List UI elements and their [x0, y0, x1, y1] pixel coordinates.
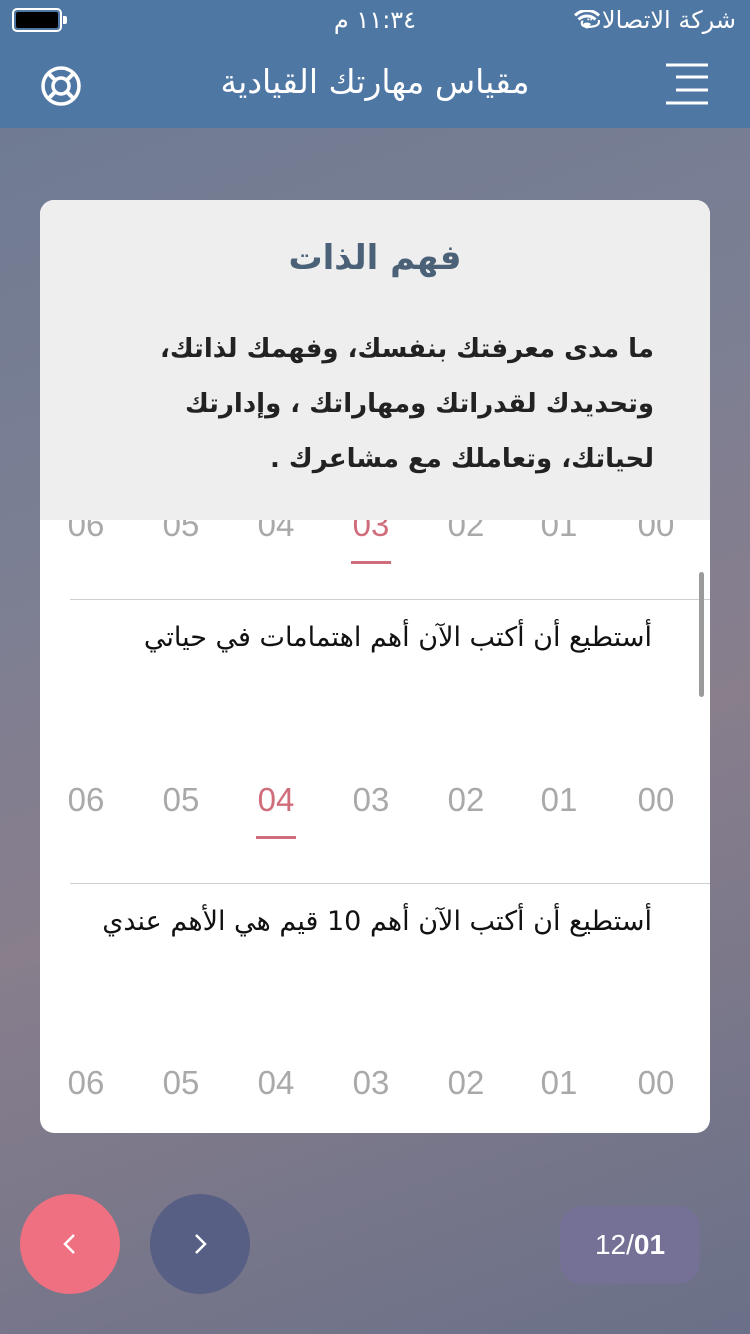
rating-option[interactable]: 01 [519, 765, 599, 835]
chevron-left-icon [63, 1234, 75, 1254]
next-button[interactable] [150, 1194, 250, 1294]
rating-option[interactable]: 02 [426, 765, 506, 835]
nav-bar: مقياس مهارتك القيادية [0, 42, 750, 128]
rating-option[interactable]: 00 [616, 1048, 696, 1118]
question-counter: 12/01 [560, 1206, 700, 1284]
rating-option[interactable]: 06 [46, 765, 126, 835]
rating-option[interactable]: 00 [616, 765, 696, 835]
rating-option[interactable]: 06 [46, 1048, 126, 1118]
previous-button[interactable] [20, 1194, 120, 1294]
counter-total: 12/ [594, 1229, 634, 1260]
status-bar: ١١:٣٤ م شركة الاتصالات [0, 0, 750, 42]
rating-row: 06 05 04 03 02 01 00 [40, 1048, 710, 1133]
carrier-name: شركة الاتصالات [579, 6, 736, 34]
question-card: فهم الذات ما مدى معرفتك بنفسك، وفهمك لذا… [40, 200, 710, 1133]
rating-option-selected[interactable]: 04 [236, 765, 316, 839]
rating-option[interactable]: 04 [236, 1048, 316, 1118]
divider [70, 883, 710, 884]
rating-option[interactable]: 05 [141, 1048, 221, 1118]
divider [70, 599, 710, 600]
rating-option[interactable]: 03 [331, 1048, 411, 1118]
rating-option[interactable]: 05 [141, 765, 221, 835]
rating-option[interactable]: 01 [519, 1048, 599, 1118]
question-text: أستطيع أن أكتب الآن أهم اهتمامات في حيات… [143, 622, 652, 653]
rating-option[interactable]: 02 [426, 1048, 506, 1118]
scrollbar[interactable] [699, 572, 704, 697]
rating-option[interactable]: 03 [331, 765, 411, 835]
question-text: أستطيع أن أكتب الآن أهم 10 قيم هي الأهم … [102, 906, 652, 937]
section-description: ما مدى معرفتك بنفسك، وفهمك لذاتك، وتحديد… [159, 334, 654, 474]
menu-icon[interactable] [666, 62, 708, 108]
rating-row: 06 05 04 03 02 01 00 [40, 765, 710, 855]
page-title: مقياس مهارتك القيادية [220, 62, 530, 101]
counter-current: 01 [633, 1229, 666, 1260]
card-header: فهم الذات ما مدى معرفتك بنفسك، وفهمك لذا… [40, 200, 710, 520]
section-title: فهم الذات [288, 238, 462, 278]
questions-list[interactable]: 06 05 04 03 02 01 00 أستطيع أن أكتب الآن… [40, 506, 710, 1133]
chevron-right-icon [195, 1234, 207, 1254]
